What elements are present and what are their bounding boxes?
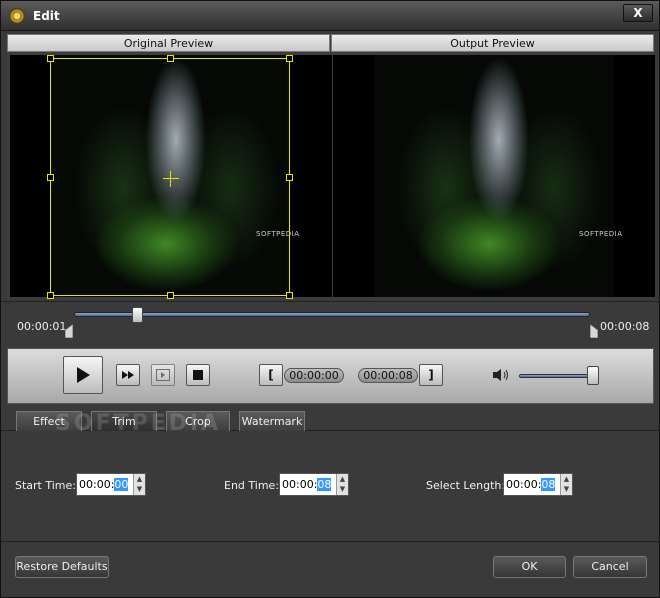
window-title: Edit: [33, 9, 60, 23]
start-time-spinner[interactable]: ▲ ▼: [133, 474, 145, 495]
crop-handle-top-right[interactable]: [286, 55, 293, 62]
ok-button[interactable]: OK: [493, 556, 566, 578]
start-time-label: Start Time:: [15, 479, 76, 492]
playback-controls: [ 00:00:00 00:00:08 ]: [7, 348, 654, 404]
trim-panel: Start Time: 00:00:00 ▲ ▼ End Time: 00:00:…: [7, 432, 654, 540]
crop-handle-top-left[interactable]: [47, 55, 54, 62]
preview-area: Original Preview Output Preview SOFTPEDI…: [7, 34, 655, 299]
cancel-button[interactable]: Cancel: [573, 556, 647, 578]
select-length-value: 00:00:: [506, 478, 542, 491]
end-time-field[interactable]: 00:00:08 ▲ ▼: [279, 473, 349, 496]
play-button[interactable]: [63, 356, 103, 394]
play-icon: [77, 367, 90, 383]
timeline-end-time: 00:00:08: [600, 320, 650, 333]
output-preview-video: SOFTPEDIA: [333, 55, 655, 297]
crop-handle-bottom[interactable]: [167, 292, 174, 299]
end-time-value: 00:00:: [282, 478, 318, 491]
close-button[interactable]: X: [623, 4, 653, 22]
edit-dialog: Edit X Original Preview Output Preview S…: [0, 0, 660, 598]
video-watermark: SOFTPEDIA: [579, 230, 623, 238]
crop-frame[interactable]: [47, 55, 293, 299]
start-time-value: 00:00:: [79, 478, 115, 491]
select-length-label: Select Length:: [426, 479, 506, 492]
fast-forward-icon: [122, 371, 134, 379]
tab-watermark[interactable]: Watermark: [239, 411, 305, 431]
segment-start-time: 00:00:00: [284, 368, 344, 383]
output-preview-header: Output Preview: [331, 34, 654, 52]
title-bar: Edit X: [1, 1, 659, 31]
original-preview-header: Original Preview: [7, 34, 330, 52]
end-time-selected-part: 08: [317, 478, 332, 491]
segment-end-time: 00:00:08: [358, 368, 418, 383]
dialog-footer: Restore Defaults OK Cancel: [1, 541, 659, 597]
output-video-frame: SOFTPEDIA: [374, 55, 622, 297]
volume-icon[interactable]: [492, 368, 510, 382]
timeline-track[interactable]: [74, 312, 590, 317]
crop-handle-bottom-right[interactable]: [286, 292, 293, 299]
select-length-spinner[interactable]: ▲ ▼: [560, 474, 572, 495]
volume-slider-thumb[interactable]: [587, 366, 599, 385]
timeline: 00:00:01 00:00:08: [1, 301, 659, 347]
crop-handle-bottom-left[interactable]: [47, 292, 54, 299]
select-length-selected-part: 08: [541, 478, 556, 491]
timeline-start-time: 00:00:01: [17, 320, 67, 333]
crosshair-icon[interactable]: [163, 171, 179, 187]
end-time-label: End Time:: [224, 479, 280, 492]
app-logo-icon: [9, 8, 25, 24]
stop-icon: [193, 370, 203, 380]
stop-button[interactable]: [186, 364, 210, 386]
trim-start-marker-icon[interactable]: [65, 324, 73, 338]
next-frame-button[interactable]: [151, 364, 175, 386]
next-frame-icon: [156, 369, 170, 381]
crop-handle-top[interactable]: [167, 55, 174, 62]
fast-forward-button[interactable]: [116, 364, 140, 386]
set-end-button[interactable]: ]: [419, 364, 443, 386]
start-time-field[interactable]: 00:00:00 ▲ ▼: [76, 473, 146, 496]
crop-handle-right[interactable]: [286, 174, 293, 181]
timeline-playhead[interactable]: [132, 307, 143, 323]
set-start-button[interactable]: [: [259, 364, 283, 386]
restore-defaults-button[interactable]: Restore Defaults: [15, 556, 109, 578]
crop-handle-left[interactable]: [47, 174, 54, 181]
start-time-selected-part: 00: [114, 478, 129, 491]
select-length-field[interactable]: 00:00:08 ▲ ▼: [503, 473, 573, 496]
end-time-spinner[interactable]: ▲ ▼: [336, 474, 348, 495]
trim-end-marker-icon[interactable]: [590, 324, 598, 338]
